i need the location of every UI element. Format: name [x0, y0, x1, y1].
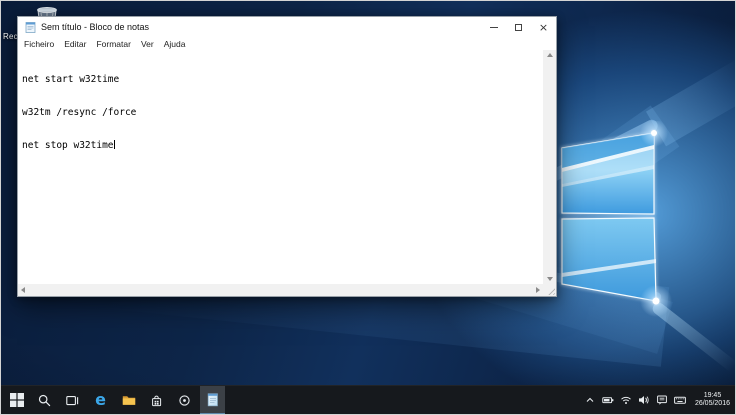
hidden-icons-button[interactable] [583, 393, 598, 408]
taskbar-clock[interactable]: 19:45 26/05/2016 [695, 392, 730, 408]
search-icon [38, 394, 51, 406]
menu-edit[interactable]: Editar [64, 39, 86, 49]
wifi-icon [621, 396, 632, 404]
window-controls: × [481, 17, 556, 37]
folder-icon [122, 396, 135, 405]
task-view-button[interactable] [60, 386, 85, 414]
store-button[interactable] [144, 386, 169, 414]
keyboard-icon [674, 396, 687, 404]
volume-button[interactable] [637, 393, 652, 408]
minimize-button[interactable] [481, 17, 506, 37]
window-title: Sem título - Bloco de notas [41, 22, 150, 32]
start-button[interactable] [4, 386, 29, 414]
close-button[interactable]: × [531, 17, 556, 37]
text-cursor [113, 140, 115, 149]
scroll-up-icon[interactable] [546, 53, 553, 57]
file-explorer-button[interactable] [116, 386, 141, 414]
vertical-scrollbar[interactable] [543, 50, 556, 284]
battery-icon [602, 397, 614, 404]
notepad-taskbar-button[interactable] [200, 386, 225, 414]
notepad-window: Sem título - Bloco de notas × Ficheiro E… [17, 16, 557, 297]
circular-app-icon [179, 394, 190, 406]
minimize-icon [489, 26, 498, 28]
clock-date: 26/05/2016 [694, 400, 730, 407]
menu-help[interactable]: Ajuda [164, 39, 186, 49]
edge-icon: e [95, 389, 106, 409]
battery-button[interactable] [601, 393, 616, 408]
system-tray: 19:45 26/05/2016 [583, 386, 735, 414]
windows-logo-wallpaper [560, 121, 672, 317]
taskbar: e 19:45 26/05/2016 [1, 385, 735, 414]
editor-line: net stop w32time [22, 140, 115, 151]
menu-format[interactable]: Formatar [96, 39, 130, 49]
desktop: Reciclagem Sem título - Bloco de notas ×… [0, 0, 736, 415]
search-button[interactable] [32, 386, 57, 414]
editor-line: w32tm /resync /force [22, 107, 137, 118]
windows-logo-icon [9, 393, 24, 407]
text-editor-area[interactable]: net start w32time w32tm /resync /force n… [18, 50, 543, 284]
editor-line: net start w32time [22, 74, 120, 85]
menu-view[interactable]: Ver [141, 39, 154, 49]
action-center-button[interactable] [655, 393, 670, 408]
network-button[interactable] [619, 393, 634, 408]
touch-keyboard-button[interactable] [673, 393, 688, 408]
notepad-icon[interactable] [25, 21, 36, 33]
edge-button[interactable]: e [88, 386, 113, 414]
store-bag-icon [152, 395, 162, 406]
menu-bar: Ficheiro Editar Formatar Ver Ajuda [18, 37, 556, 50]
chevron-up-icon [587, 397, 594, 402]
maximize-icon [515, 23, 522, 31]
menu-file[interactable]: Ficheiro [24, 39, 54, 49]
clock-time: 19:45 [703, 392, 722, 399]
circular-app-button[interactable] [172, 386, 197, 414]
horizontal-scrollbar[interactable] [18, 284, 543, 296]
action-center-icon [657, 395, 668, 405]
maximize-button[interactable] [506, 17, 531, 37]
scroll-down-icon[interactable] [546, 277, 553, 281]
task-view-icon [66, 395, 79, 405]
title-bar[interactable]: Sem título - Bloco de notas × [18, 17, 556, 37]
scroll-right-icon[interactable] [536, 287, 540, 293]
notepad-icon [207, 393, 218, 407]
scroll-left-icon[interactable] [21, 287, 25, 293]
speaker-icon [639, 396, 650, 404]
resize-grip[interactable] [543, 284, 556, 296]
